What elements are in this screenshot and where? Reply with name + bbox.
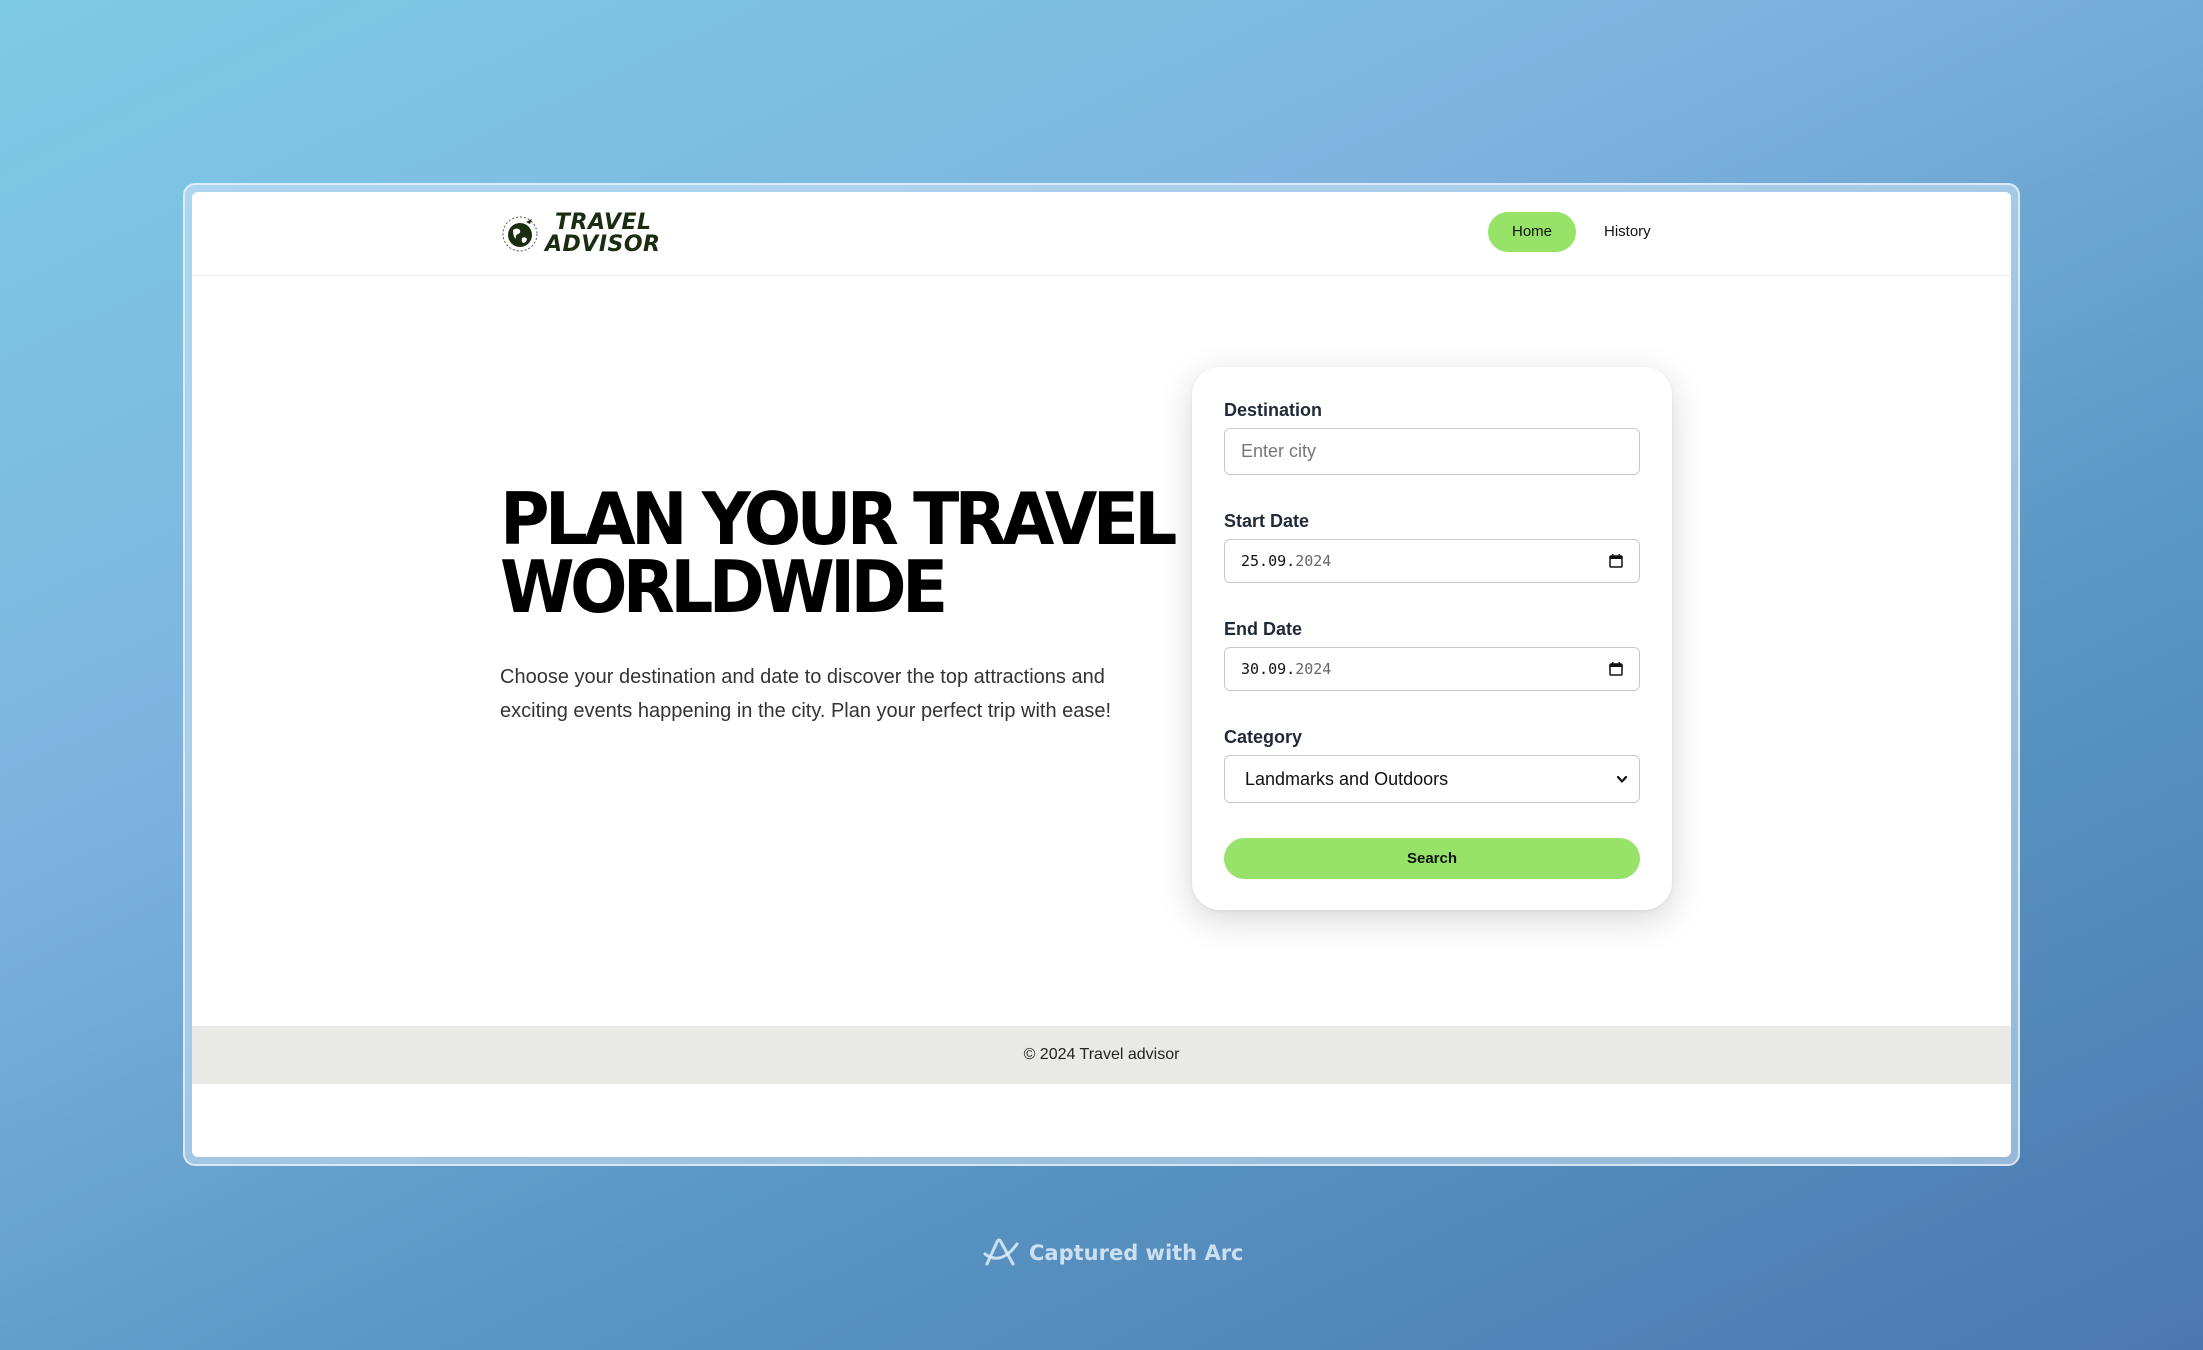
- main-nav: Home History: [1488, 212, 1665, 252]
- destination-label: Destination: [1224, 400, 1323, 420]
- end-date-label: End Date: [1224, 619, 1303, 639]
- calendar-icon[interactable]: [1609, 662, 1623, 676]
- search-form-card: Destination Start Date 25.09.2024 End Da…: [1192, 367, 1672, 910]
- hero-title-line1: PLAN YOUR TRAVEL: [500, 477, 1177, 561]
- start-date-input[interactable]: 25.09.2024: [1224, 539, 1640, 583]
- globe-icon: [502, 216, 538, 252]
- browser-window: TRAVEL ADVISOR Home History PLAN YOUR TR…: [183, 183, 2020, 1166]
- hero-title-line2: WORLDWIDE: [500, 545, 948, 629]
- navbar: TRAVEL ADVISOR Home History: [192, 192, 2011, 276]
- page-footer: © 2024 Travel advisor: [192, 1026, 2011, 1084]
- brand-name-line1: TRAVEL: [555, 210, 652, 235]
- nav-home-link[interactable]: Home: [1488, 212, 1576, 252]
- hero-description: Choose your destination and date to disc…: [500, 666, 1112, 722]
- footer-copyright: © 2024 Travel advisor: [1023, 1046, 1180, 1063]
- hero-title: PLAN YOUR TRAVEL WORLDWIDE: [500, 477, 1177, 629]
- chevron-down-icon: [1616, 775, 1628, 783]
- category-label: Category: [1224, 727, 1303, 747]
- start-date-label: Start Date: [1224, 511, 1310, 531]
- capture-badge: Captured with Arc: [983, 1236, 1244, 1270]
- start-date-day-month: 25.09.: [1241, 552, 1296, 570]
- start-date-year: 2024: [1295, 552, 1332, 570]
- end-date-value: 30.09.2024: [1241, 660, 1331, 678]
- nav-history-link[interactable]: History: [1590, 212, 1665, 252]
- brand-logo[interactable]: TRAVEL ADVISOR: [500, 212, 661, 256]
- destination-input[interactable]: [1224, 428, 1640, 475]
- page-viewport: TRAVEL ADVISOR Home History PLAN YOUR TR…: [192, 192, 2011, 1157]
- brand-wordmark: TRAVEL ADVISOR: [545, 212, 661, 256]
- category-selected-value: Landmarks and Outdoors: [1245, 768, 1449, 789]
- end-date-input[interactable]: 30.09.2024: [1224, 647, 1640, 691]
- end-date-day-month: 30.09.: [1241, 660, 1296, 678]
- start-date-value: 25.09.2024: [1241, 552, 1331, 570]
- calendar-icon[interactable]: [1609, 554, 1623, 568]
- end-date-year: 2024: [1295, 660, 1332, 678]
- search-button[interactable]: Search: [1224, 838, 1640, 879]
- arc-logo-icon: [983, 1238, 1019, 1266]
- category-select[interactable]: Landmarks and Outdoors: [1224, 755, 1640, 803]
- capture-badge-text: Captured with Arc: [1029, 1241, 1244, 1265]
- brand-name-line2: ADVISOR: [545, 232, 661, 257]
